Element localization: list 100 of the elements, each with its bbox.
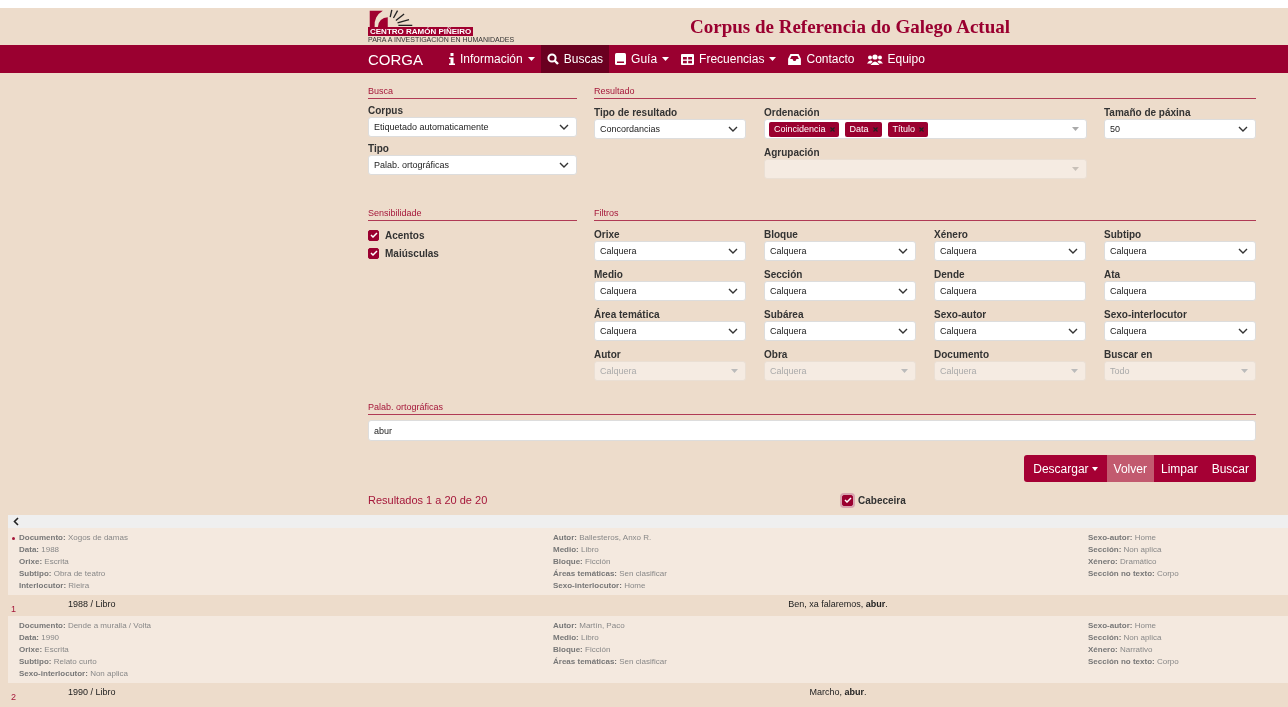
metadata-field: Data: 1990 [19,632,553,644]
field-label: Agrupación [764,146,821,159]
field-label: Corpus [368,104,404,117]
results-summary: Resultados 1 a 20 de 20 [368,494,489,506]
logo-sun-icon [368,8,414,27]
metadata-field: Documento: Xogos de damas [19,532,553,544]
metadata-field: Data: 1988 [19,544,553,556]
nav-item[interactable]: Frecuencias [675,45,783,73]
chevron-down-icon [898,248,908,254]
select-field[interactable]: Calquera [594,241,746,261]
checkbox[interactable] [842,494,853,506]
caret-icon [1072,127,1079,131]
caret-icon [662,57,670,61]
field-label: Dende [934,268,966,281]
metadata-field: Autor: Martín, Paco [553,620,1088,632]
nav-item[interactable]: Contacto [782,45,861,73]
metadata-field: Documento: Dende a muralla / Volta [19,620,553,632]
caret-icon [731,369,738,373]
users-icon [866,53,883,65]
chevron-down-icon [559,162,569,168]
chevron-down-icon [1238,328,1248,334]
select-field[interactable]: Palab. ortográficas [368,155,577,175]
query-input-field[interactable]: abur [368,420,1256,441]
metadata-field: Medio: Libro [553,632,1088,644]
chevron-down-icon [1068,328,1078,334]
action-button[interactable]: Buscar [1204,455,1256,482]
select-field[interactable]: Calquera [594,281,746,301]
field-label: Autor [594,348,622,361]
nav-item[interactable]: Guía [609,45,676,73]
field-label: Xénero [934,228,969,241]
metadata-field: Orixe: Escrita [19,644,553,656]
field-label: Sexo-interlocutor [1104,308,1188,321]
chevron-down-icon [1238,126,1248,132]
field-label: Buscar en [1104,348,1154,361]
search-icon [546,53,559,65]
chevron-down-icon [728,288,738,294]
metadata-field: Orixe: Escrita [19,556,553,568]
sort-tag[interactable]: Coincidencia [769,121,839,137]
sort-tag[interactable]: Data [844,121,882,137]
field-label: Bloque [764,228,799,241]
brand-link[interactable]: CORGA [362,45,429,73]
nav-item[interactable]: Información [443,45,541,73]
caret-icon [901,369,908,373]
metadata-field: Sección: Non aplica [1088,632,1288,644]
action-button[interactable]: Limpar [1153,455,1205,482]
chevron-left-icon[interactable] [13,517,19,526]
section-title: Resultado [594,86,1256,99]
select-field[interactable]: Calquera [764,281,916,301]
select-field[interactable]: Calquera [934,241,1086,261]
select-field[interactable]: Calquera [1104,241,1256,261]
select-field[interactable]: 50 [1104,119,1256,139]
concordance-text: Marcho, abur. [808,686,868,699]
field-label: Ordenación [764,106,821,119]
checkbox[interactable] [368,229,379,241]
field-label: Orixe [594,228,621,241]
field-label: Obra [764,348,789,361]
caret-icon [1091,466,1098,471]
result-source: 1988 / Libro [68,598,117,611]
caret-icon [1072,167,1079,171]
chevron-down-icon [898,288,908,294]
section-title: Sensibilidade [368,208,577,221]
select-field[interactable]: Etiquetado automaticamente [368,117,577,137]
action-button[interactable]: Descargar [1024,455,1107,482]
field-label: Tamaño de páxina [1104,106,1192,119]
inbox-icon [788,53,802,65]
select-field[interactable]: Calquera [764,321,916,341]
metadata-field: Xénero: Dramático [1088,556,1288,568]
input-field[interactable]: Calquera [1104,281,1256,301]
input-field[interactable]: Calquera [934,281,1086,301]
chevron-down-icon [728,328,738,334]
action-button[interactable]: Volver [1106,455,1154,482]
remove-icon [919,126,925,132]
section-title: Filtros [594,208,1256,221]
metadata-field: Sexo-autor: Home [1088,620,1288,632]
section-title: Busca [368,86,577,99]
field-label: Tipo de resultado [594,106,679,119]
book-icon [615,53,627,65]
select-field[interactable]: Calquera [594,321,746,341]
table-icon [681,53,695,65]
metadata-field: Sección: Non aplica [1088,544,1288,556]
select-field[interactable]: Concordancias [594,119,746,139]
remove-icon [829,126,835,132]
metadata-field: Áreas temáticas: Sen clasificar [553,656,1088,668]
sort-tag[interactable]: Título [887,121,929,137]
select-field[interactable]: Calquera [934,321,1086,341]
select-field[interactable]: Calquera [764,241,916,261]
nav-item[interactable]: Equipo [860,45,931,73]
chevron-down-icon [728,248,738,254]
select-field[interactable]: Calquera [1104,321,1256,341]
checkbox[interactable] [368,247,379,259]
nav-item[interactable]: Buscas [540,45,610,73]
checkbox-label: Maiúsculas [385,247,439,259]
multi-select-field[interactable]: Coincidencia Data Título [764,119,1087,139]
metadata-field: Subtipo: Relato curto [19,656,553,668]
metadata-field: Interlocutor: Rieira [19,580,553,592]
metadata-field: Medio: Libro [553,544,1088,556]
metadata-field: Sexo-autor: Home [1088,532,1288,544]
chevron-down-icon [898,328,908,334]
metadata-field: Sección no texto: Corpo [1088,656,1288,668]
section-title: Palab. ortográficas [368,402,1256,415]
